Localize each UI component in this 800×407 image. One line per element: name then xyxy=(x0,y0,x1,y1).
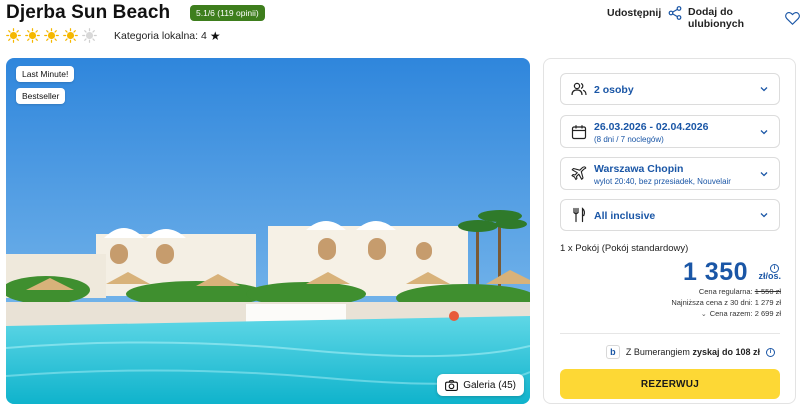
persons-value: 2 osoby xyxy=(594,84,634,96)
chevron-down-icon xyxy=(760,213,768,218)
hotel-photo[interactable]: Last Minute! Bestseller Galeria (45) xyxy=(6,58,530,404)
bumerang-bonus: b Z Bumerangiem zyskaj do 108 zł i xyxy=(605,345,775,359)
sun-icon xyxy=(25,28,40,43)
dates-selector[interactable]: 26.03.2026 - 02.04.2026 (8 dni / 7 nocle… xyxy=(560,115,780,148)
bumerang-prefix: Z Bumerangiem xyxy=(625,347,690,357)
share-label: Udostępnij xyxy=(607,7,662,19)
price-currency: zł/os. xyxy=(758,271,781,281)
dates-duration: (8 dni / 7 noclegów) xyxy=(594,135,664,144)
add-to-favorites-button[interactable]: Dodaj do ulubionych xyxy=(688,6,800,30)
category-label: Kategoria lokalna: 4 xyxy=(114,30,207,42)
camera-icon xyxy=(445,379,459,391)
regular-price-label: Cena regularna: xyxy=(698,287,753,296)
bumerang-value: zyskaj do 108 zł xyxy=(692,347,760,357)
favorites-label: Dodaj do ulubionych xyxy=(688,6,744,30)
star-icon: ★ xyxy=(209,29,221,43)
rating-badge[interactable]: 5.1/6 (119 opinii) xyxy=(190,5,265,21)
calendar-icon xyxy=(571,124,587,139)
reserve-button[interactable]: REZERWUJ xyxy=(560,369,780,399)
chevron-down-icon xyxy=(760,87,768,92)
total-price-toggle[interactable]: ⌄ Cena razem: 2 699 zł xyxy=(701,309,781,318)
departure-airport: Warszawa Chopin xyxy=(594,163,684,175)
total-price: Cena razem: 2 699 zł xyxy=(709,309,781,318)
regular-price: Cena regularna: 1 550 zł xyxy=(699,287,781,296)
bestseller-badge: Bestseller xyxy=(16,88,66,104)
sun-icon xyxy=(44,28,59,43)
cutlery-icon xyxy=(573,207,586,223)
board-selector[interactable]: All inclusive xyxy=(560,199,780,231)
booking-panel: 2 osoby 26.03.2026 - 02.04.2026 (8 dni /… xyxy=(543,58,796,404)
dates-value: 26.03.2026 - 02.04.2026 xyxy=(594,121,709,133)
airplane-icon xyxy=(571,165,587,180)
room-type: 1 x Pokój (Pokój standardowy) xyxy=(560,243,689,254)
divider xyxy=(560,333,780,334)
hotel-pool-image xyxy=(6,58,530,404)
lowest-price-30-days: Najniższa cena z 30 dni: 1 279 zł xyxy=(671,298,781,307)
departure-details: wylot 20:40, bez przesiadek, Nouvelair xyxy=(594,177,731,186)
heart-icon xyxy=(785,11,800,25)
share-button[interactable]: Udostępnij xyxy=(607,6,682,20)
bumerang-text: Z Bumerangiem zyskaj do 108 zł xyxy=(626,347,760,357)
chevron-down-icon xyxy=(760,171,768,176)
departure-selector[interactable]: Warszawa Chopin wylot 20:40, bez przesia… xyxy=(560,157,780,190)
sun-empty-icon xyxy=(82,28,97,43)
gallery-label: Galeria (45) xyxy=(463,379,516,391)
bumerang-info-icon[interactable]: i xyxy=(766,347,775,357)
share-icon xyxy=(668,6,682,20)
sun-rating xyxy=(6,28,97,43)
board-value: All inclusive xyxy=(594,210,656,222)
sun-icon xyxy=(63,28,78,43)
chevron-down-icon xyxy=(760,129,768,134)
gallery-button[interactable]: Galeria (45) xyxy=(437,374,524,396)
last-minute-badge: Last Minute! xyxy=(16,66,75,82)
sun-icon xyxy=(6,28,21,43)
local-category: Kategoria lokalna: 4 ★ xyxy=(114,30,221,42)
price-per-person: 1 350 xyxy=(682,258,748,286)
chevron-down-icon: ⌄ xyxy=(700,311,707,318)
regular-price-value: 1 550 zł xyxy=(754,287,781,296)
bumerang-logo-icon: b xyxy=(605,345,620,359)
persons-selector[interactable]: 2 osoby xyxy=(560,73,780,105)
hotel-title: Djerba Sun Beach xyxy=(6,2,171,23)
persons-icon xyxy=(571,82,587,96)
